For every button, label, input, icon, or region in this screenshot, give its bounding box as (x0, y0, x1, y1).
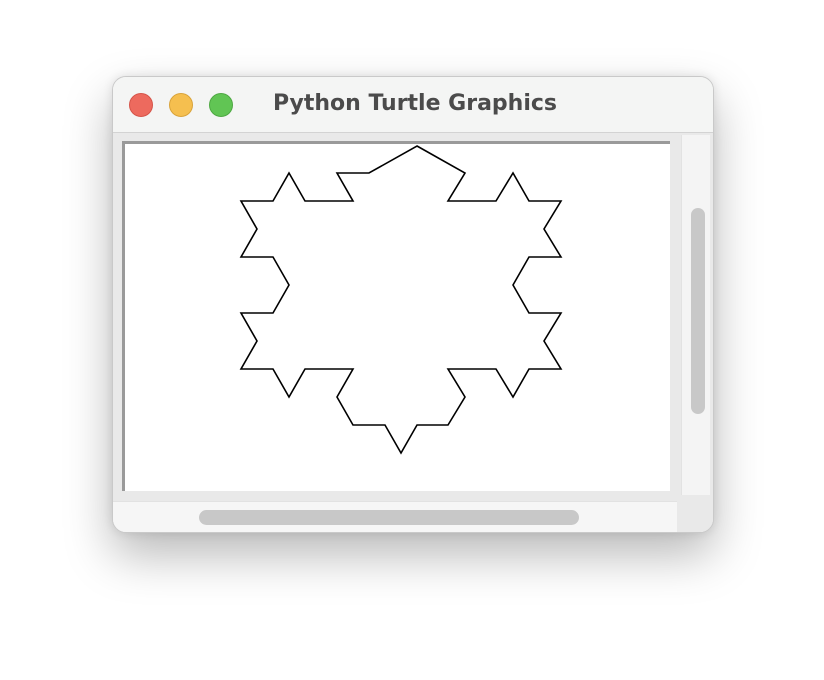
turtle-canvas[interactable] (122, 141, 670, 491)
vertical-scroll-thumb[interactable] (691, 208, 705, 414)
horizontal-scroll-thumb[interactable] (199, 510, 579, 525)
title-bar[interactable]: Python Turtle Graphics (113, 77, 713, 133)
window-content (113, 133, 713, 532)
horizontal-scrollbar[interactable] (113, 501, 677, 532)
drawing-svg (239, 145, 563, 455)
koch-snowflake-shape (239, 145, 563, 455)
turtle-window: Python Turtle Graphics (112, 76, 714, 533)
vertical-scrollbar[interactable] (681, 135, 710, 495)
window-title: Python Turtle Graphics (272, 91, 558, 116)
